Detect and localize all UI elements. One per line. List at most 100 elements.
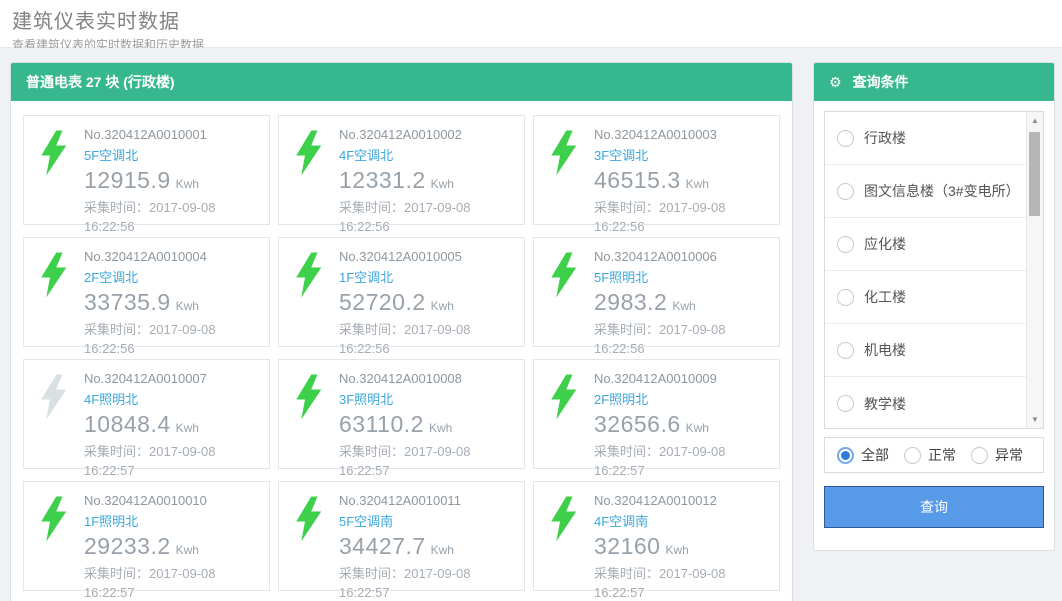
radio-icon[interactable] bbox=[837, 130, 854, 147]
lightning-bolt-icon bbox=[40, 130, 70, 176]
lightning-bolt-icon bbox=[40, 496, 70, 542]
radio-icon[interactable] bbox=[837, 447, 854, 464]
radio-icon[interactable] bbox=[837, 289, 854, 306]
meters-panel: 普通电表 27 块 (行政楼) No.320412A00100015F空调北12… bbox=[10, 62, 793, 601]
lightning-bolt-icon bbox=[550, 496, 580, 542]
meter-card: No.320412A00100015F空调北12915.9Kwh采集时间：201… bbox=[23, 115, 270, 225]
meter-reading-value: 46515.3 bbox=[594, 167, 681, 193]
lightning-bolt-icon bbox=[295, 374, 325, 420]
meter-number: No.320412A0010005 bbox=[339, 248, 471, 266]
meter-card-body: No.320412A00100101F照明北29233.2Kwh采集时间：201… bbox=[84, 492, 216, 580]
meter-card-body: No.320412A00100051F空调北52720.2Kwh采集时间：201… bbox=[339, 248, 471, 336]
building-list-rows: 行政楼图文信息楼（3#变电所） 应化楼化工楼机电楼教学楼 bbox=[825, 112, 1026, 429]
building-list: 行政楼图文信息楼（3#变电所） 应化楼化工楼机电楼教学楼 ▲ ▼ bbox=[824, 111, 1044, 429]
meter-location[interactable]: 1F空调北 bbox=[339, 267, 471, 286]
building-option[interactable]: 教学楼 bbox=[825, 377, 1026, 429]
meter-card: No.320412A00100101F照明北29233.2Kwh采集时间：201… bbox=[23, 481, 270, 591]
meter-location[interactable]: 4F空调南 bbox=[594, 511, 726, 530]
meter-card-body: No.320412A00100033F空调北46515.3Kwh采集时间：201… bbox=[594, 126, 726, 214]
radio-icon[interactable] bbox=[837, 183, 854, 200]
meter-reading-unit: Kwh bbox=[176, 421, 199, 435]
meter-reading-value: 32160 bbox=[594, 533, 660, 559]
meter-location[interactable]: 3F空调北 bbox=[594, 145, 726, 164]
collect-time: 采集时间：2017-09-0816:22:57 bbox=[594, 442, 726, 481]
meter-card: No.320412A00100124F空调南32160Kwh采集时间：2017-… bbox=[533, 481, 780, 591]
collect-time: 采集时间：2017-09-0816:22:57 bbox=[594, 564, 726, 601]
meter-reading: 2983.2Kwh bbox=[594, 289, 726, 316]
building-label: 应化楼 bbox=[864, 234, 906, 254]
meter-reading-unit: Kwh bbox=[176, 177, 199, 191]
radio-icon[interactable] bbox=[837, 236, 854, 253]
building-option[interactable]: 应化楼 bbox=[825, 218, 1026, 271]
lightning-bolt-icon bbox=[550, 374, 580, 420]
query-button[interactable]: 查询 bbox=[824, 486, 1044, 528]
status-label: 正常 bbox=[928, 445, 956, 465]
meter-reading: 10848.4 Kwh bbox=[84, 411, 216, 438]
meter-reading-value: 12331.2 bbox=[339, 167, 426, 193]
meter-number: No.320412A0010011 bbox=[339, 492, 471, 510]
radio-icon[interactable] bbox=[904, 447, 921, 464]
meter-location[interactable]: 4F照明北 bbox=[84, 389, 216, 408]
lightning-bolt-icon bbox=[295, 252, 325, 298]
radio-dot bbox=[841, 451, 850, 460]
meter-reading: 32160Kwh bbox=[594, 533, 726, 560]
meter-reading-unit: Kwh bbox=[686, 177, 709, 191]
meter-location[interactable]: 4F空调北 bbox=[339, 145, 471, 164]
scroll-down-icon[interactable]: ▼ bbox=[1027, 411, 1043, 428]
scrollbar-thumb[interactable] bbox=[1029, 132, 1040, 216]
meter-reading-value: 10848.4 bbox=[84, 411, 171, 437]
building-option[interactable]: 化工楼 bbox=[825, 271, 1026, 324]
meter-reading: 33735.9Kwh bbox=[84, 289, 216, 316]
meter-location[interactable]: 2F照明北 bbox=[594, 389, 726, 408]
meter-card-body: No.320412A00100083F照明北63110.2Kwh采集时间：201… bbox=[339, 370, 471, 458]
meter-location[interactable]: 1F照明北 bbox=[84, 511, 216, 530]
content-area: 普通电表 27 块 (行政楼) No.320412A00100015F空调北12… bbox=[0, 48, 1062, 601]
lightning-bolt-icon bbox=[550, 252, 580, 298]
scroll-up-icon[interactable]: ▲ bbox=[1027, 112, 1043, 129]
meter-reading-value: 52720.2 bbox=[339, 289, 426, 315]
meter-number: No.320412A0010009 bbox=[594, 370, 726, 388]
meter-location[interactable]: 5F空调北 bbox=[84, 145, 216, 164]
meter-card-body: No.320412A00100065F照明北2983.2Kwh采集时间：2017… bbox=[594, 248, 726, 336]
collect-time: 采集时间：2017-09-0816:22:57 bbox=[84, 564, 216, 601]
radio-icon[interactable] bbox=[971, 447, 988, 464]
radio-icon[interactable] bbox=[837, 342, 854, 359]
building-option[interactable]: 行政楼 bbox=[825, 112, 1026, 165]
meter-card: No.320412A00100074F照明北10848.4Kwh采集时间：201… bbox=[23, 359, 270, 469]
meter-reading: 46515.3 Kwh bbox=[594, 167, 726, 194]
status-option[interactable]: 异常 bbox=[971, 445, 1023, 465]
page-title: 建筑仪表实时数据 bbox=[12, 5, 1050, 34]
meter-location[interactable]: 5F照明北 bbox=[594, 267, 726, 286]
collect-time: 采集时间：2017-09-0816:22:57 bbox=[339, 442, 471, 481]
lightning-bolt-icon bbox=[40, 252, 70, 298]
collect-time: 采集时间：2017-09-0816:22:56 bbox=[84, 320, 216, 359]
building-label: 机电楼 bbox=[864, 340, 906, 360]
meter-location[interactable]: 2F空调北 bbox=[84, 267, 216, 286]
meter-reading-unit: Kwh bbox=[176, 543, 199, 557]
meter-reading-value: 32656.6 bbox=[594, 411, 681, 437]
scrollbar[interactable]: ▲ ▼ bbox=[1026, 112, 1043, 428]
cards-grid: No.320412A00100015F空调北12915.9Kwh采集时间：201… bbox=[11, 101, 792, 601]
building-label: 教学楼 bbox=[864, 394, 906, 414]
lightning-bolt-icon bbox=[295, 130, 325, 176]
status-option[interactable]: 正常 bbox=[904, 445, 956, 465]
collect-time: 采集时间：2017-09-0816:22:56 bbox=[84, 198, 216, 237]
collect-time: 采集时间：2017-09-0816:22:57 bbox=[84, 442, 216, 481]
building-option[interactable]: 机电楼 bbox=[825, 324, 1026, 377]
building-label: 化工楼 bbox=[864, 287, 906, 307]
meter-number: No.320412A0010010 bbox=[84, 492, 216, 510]
meter-reading-value: 34427.7 bbox=[339, 533, 426, 559]
meter-location[interactable]: 5F空调南 bbox=[339, 511, 471, 530]
collect-time: 采集时间：2017-09-0816:22:56 bbox=[339, 198, 471, 237]
meter-card: No.320412A00100092F照明北32656.6Kwh采集时间：201… bbox=[533, 359, 780, 469]
meter-number: No.320412A0010006 bbox=[594, 248, 726, 266]
meter-location[interactable]: 3F照明北 bbox=[339, 389, 471, 408]
radio-icon[interactable] bbox=[837, 395, 854, 412]
meter-card: No.320412A00100024F空调北12331.2Kwh采集时间：201… bbox=[278, 115, 525, 225]
meter-reading-unit: Kwh bbox=[431, 299, 454, 313]
meters-panel-header: 普通电表 27 块 (行政楼) bbox=[11, 63, 792, 101]
building-option[interactable]: 图文信息楼（3#变电所） bbox=[825, 165, 1026, 218]
status-option[interactable]: 全部 bbox=[837, 445, 889, 465]
query-panel: ⚙ 查询条件 行政楼图文信息楼（3#变电所）应化楼化工楼机电楼教学楼 ▲ ▼ 全… bbox=[813, 62, 1055, 551]
meter-card: No.320412A00100051F空调北52720.2Kwh采集时间：201… bbox=[278, 237, 525, 347]
